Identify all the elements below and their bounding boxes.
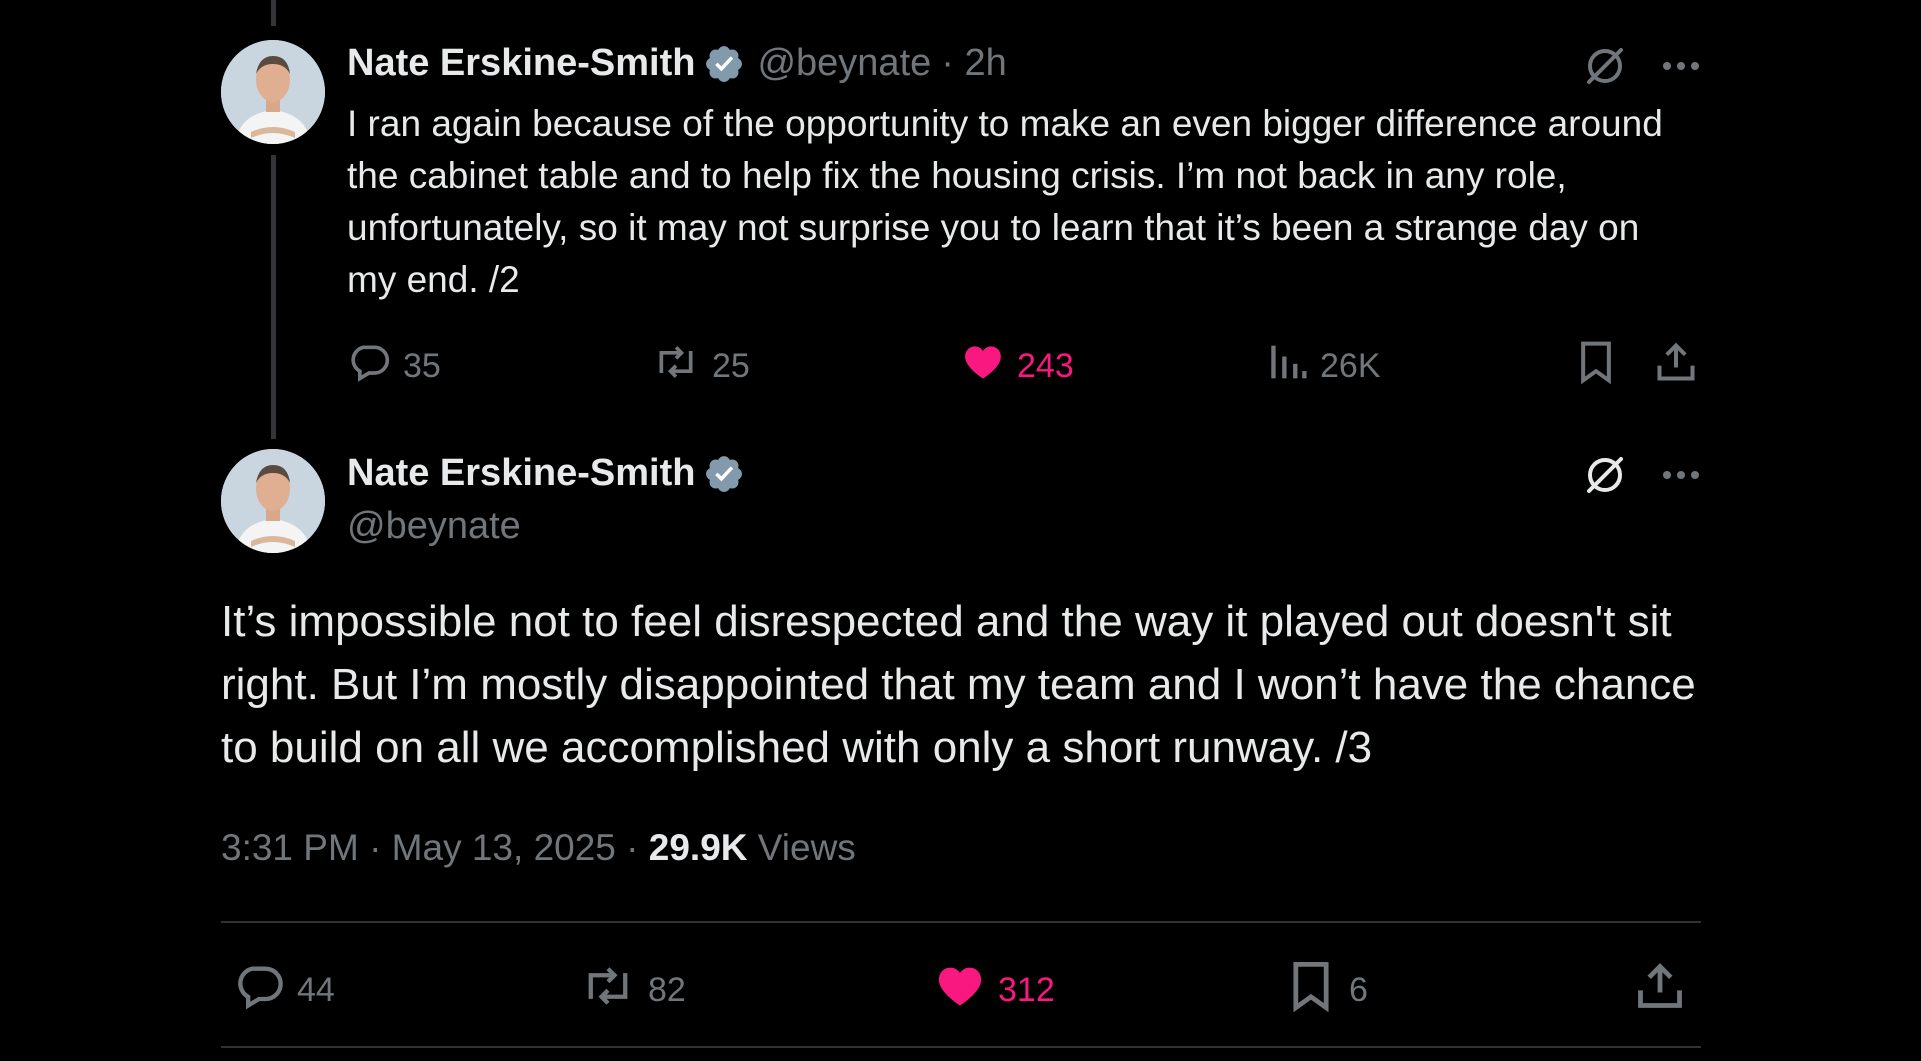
post-time[interactable]: · 2h <box>941 42 1006 85</box>
views-button[interactable]: 26K <box>1268 340 1381 393</box>
bookmark-button[interactable]: 6 <box>1285 960 1368 1021</box>
repost-icon <box>652 340 700 393</box>
tweet-text: I ran again because of the opportunity t… <box>347 103 1663 300</box>
tweet2-top-icons <box>1583 453 1703 497</box>
divider <box>221 921 1701 923</box>
author-name[interactable]: Nate Erskine-Smith <box>347 42 695 85</box>
reply-button[interactable]: 44 <box>233 960 335 1021</box>
repost-button[interactable]: 82 <box>580 960 686 1021</box>
bookmark-icon <box>1285 960 1337 1021</box>
like-count: 243 <box>1017 347 1074 385</box>
reply-button[interactable]: 35 <box>347 340 441 393</box>
repost-count: 25 <box>712 347 750 385</box>
grok-icon[interactable] <box>1583 453 1627 497</box>
bookmark-count: 6 <box>1349 971 1368 1009</box>
avatar[interactable] <box>221 449 325 553</box>
verified-badge-icon <box>703 453 745 495</box>
reply-icon <box>347 340 391 393</box>
tweet-text: It’s impossible not to feel disrespected… <box>221 597 1696 772</box>
divider <box>221 1046 1701 1048</box>
like-button[interactable]: 243 <box>961 340 1074 393</box>
more-options-icon[interactable] <box>1659 44 1703 88</box>
bookmark-icon[interactable] <box>1574 340 1618 384</box>
author-handle[interactable]: @beynate <box>757 42 931 85</box>
repost-button[interactable]: 25 <box>652 340 750 393</box>
reply-count: 35 <box>403 347 441 385</box>
views-count: 29.9K <box>648 827 748 868</box>
reply-count: 44 <box>297 971 335 1009</box>
tweet2-header: Nate Erskine-Smith <box>347 452 745 495</box>
share-icon[interactable] <box>1654 340 1698 384</box>
thread-line-top <box>271 0 276 26</box>
heart-filled-icon <box>961 340 1005 393</box>
tweet-meta: 3:31 PM · May 13, 2025 · 29.9K Views <box>221 827 856 869</box>
verified-badge-icon <box>703 43 745 85</box>
thread-line <box>271 155 276 439</box>
author-handle[interactable]: @beynate <box>347 505 521 548</box>
tweet1-header: Nate Erskine-Smith @beynate · 2h <box>347 42 1007 85</box>
more-options-icon[interactable] <box>1659 453 1703 497</box>
heart-filled-icon <box>934 960 986 1021</box>
avatar[interactable] <box>221 40 325 144</box>
views-count: 26K <box>1320 347 1381 385</box>
author-name[interactable]: Nate Erskine-Smith <box>347 452 695 495</box>
grok-icon[interactable] <box>1583 44 1627 88</box>
like-count: 312 <box>998 971 1055 1009</box>
like-button[interactable]: 312 <box>934 960 1055 1021</box>
timestamp[interactable]: 3:31 PM · May 13, 2025 · <box>221 827 649 868</box>
reply-icon <box>233 960 285 1021</box>
views-label: Views <box>747 827 856 868</box>
tweet1-top-icons <box>1583 44 1703 88</box>
repost-icon <box>580 960 636 1021</box>
analytics-icon <box>1268 340 1308 393</box>
share-icon[interactable] <box>1634 960 1686 1012</box>
repost-count: 82 <box>648 971 686 1009</box>
